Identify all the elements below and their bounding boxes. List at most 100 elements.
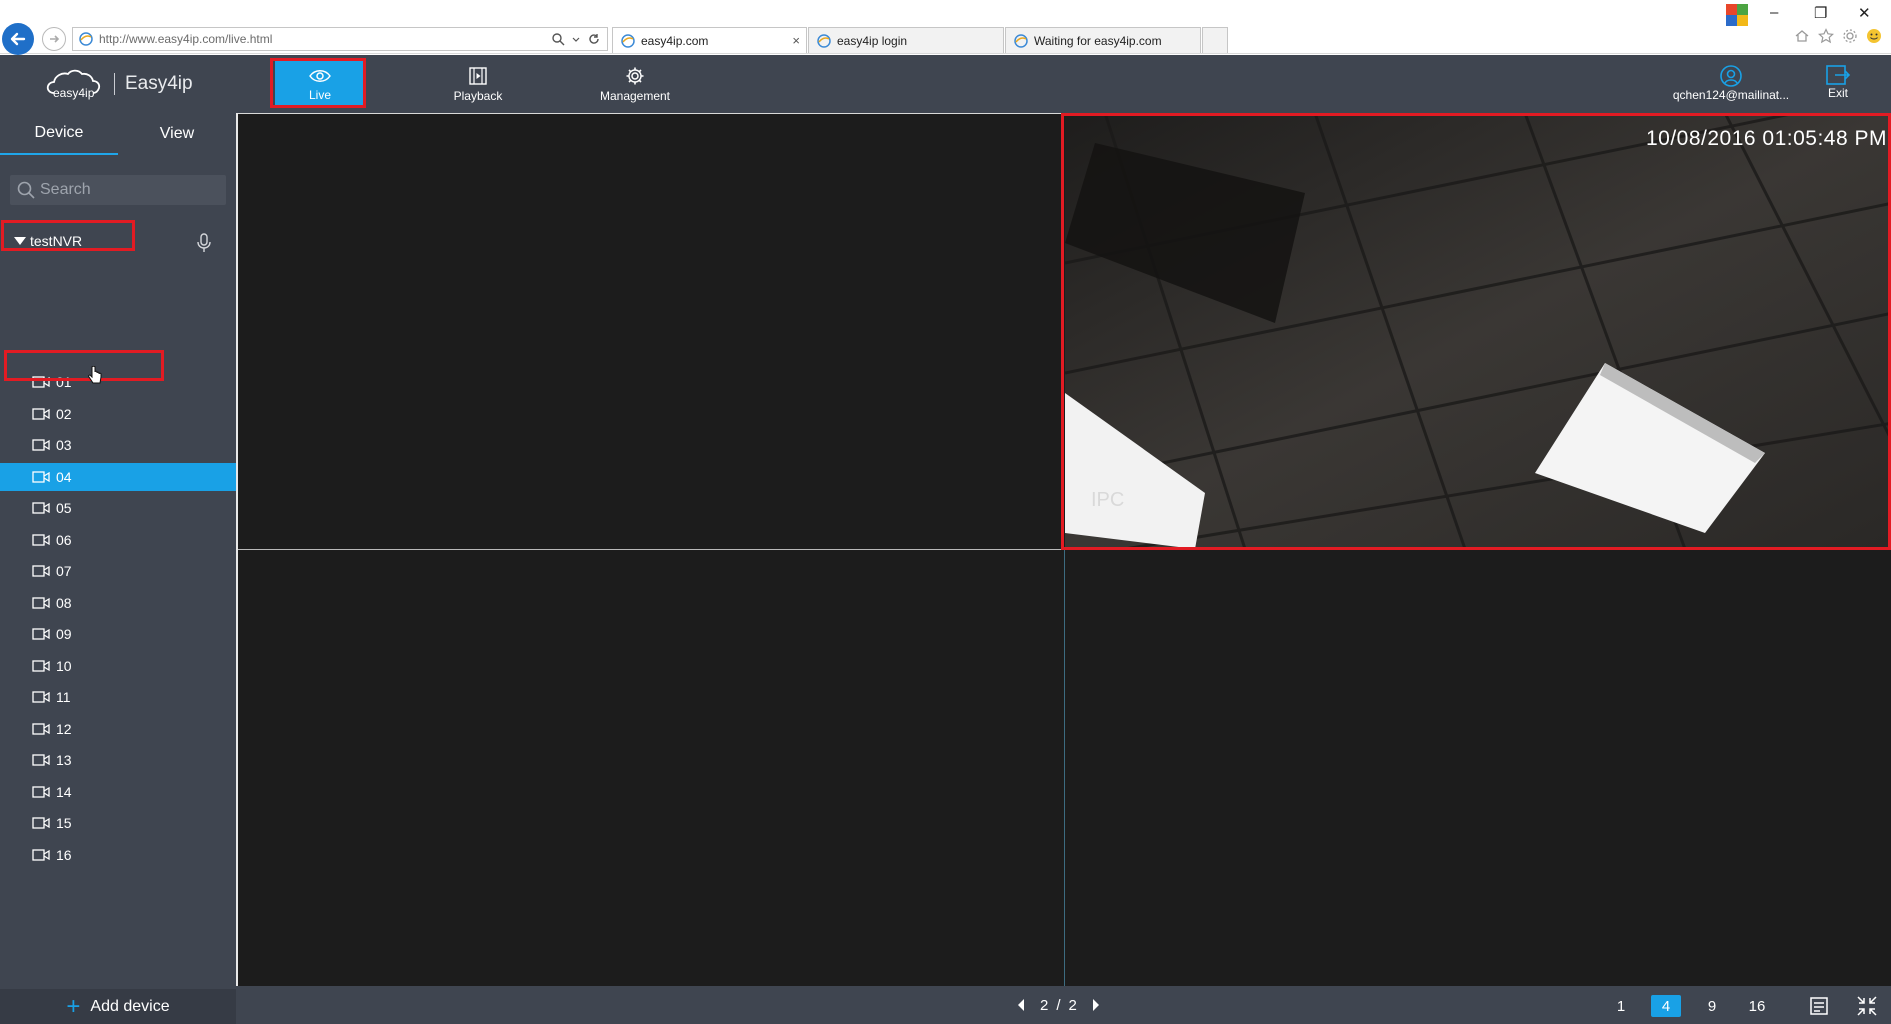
close-window-button[interactable]: ✕: [1858, 4, 1871, 22]
video-pane-2[interactable]: 10/08/2016 01:05:48 PM IPC: [1065, 113, 1891, 549]
minimize-button[interactable]: –: [1770, 4, 1778, 21]
channel-item[interactable]: 07: [0, 557, 236, 585]
extension-logo-icon[interactable]: [1726, 4, 1748, 26]
layout-1-button[interactable]: 1: [1606, 995, 1636, 1017]
video-pane-3[interactable]: [238, 550, 1064, 986]
channel-label: 08: [56, 594, 72, 611]
film-icon: [469, 66, 487, 85]
user-icon: [1720, 65, 1742, 87]
video-pane-4[interactable]: [1065, 550, 1891, 986]
camera-image: [1065, 113, 1891, 549]
camera-icon: [32, 502, 50, 514]
ie-page-icon: [1014, 33, 1028, 48]
camera-icon: [32, 407, 50, 420]
tab-device[interactable]: Device: [0, 113, 118, 155]
channel-label: 15: [56, 815, 72, 831]
app-logo[interactable]: easy4ip Easy4ip: [46, 67, 193, 101]
channel-label: 05: [56, 500, 72, 516]
video-pane-1[interactable]: [238, 113, 1064, 549]
refresh-icon[interactable]: [587, 32, 601, 46]
app-header: easy4ip Easy4ip Live Playback Management…: [0, 55, 1891, 113]
arrow-right-icon: [50, 35, 60, 43]
channel-item[interactable]: 10: [0, 652, 236, 680]
channel-item[interactable]: 05: [0, 494, 236, 522]
channel-item[interactable]: 11: [0, 683, 236, 711]
fullscreen-icon[interactable]: [1856, 995, 1878, 1017]
channel-item[interactable]: 12: [0, 715, 236, 743]
layout-4-button[interactable]: 4: [1651, 995, 1681, 1017]
exit-button[interactable]: Exit: [1818, 64, 1858, 100]
channel-item[interactable]: 04: [0, 462, 236, 491]
pager: 2 / 2: [1016, 986, 1101, 1024]
device-tree-root[interactable]: testNVR: [0, 226, 236, 256]
home-icon[interactable]: [1794, 28, 1810, 44]
channel-item[interactable]: 15: [0, 809, 236, 837]
nav-live[interactable]: Live: [275, 60, 365, 108]
star-icon[interactable]: [1818, 28, 1834, 44]
channel-label: 14: [56, 783, 72, 800]
channel-item[interactable]: 08: [0, 589, 236, 617]
channel-item[interactable]: 14: [0, 778, 236, 806]
layout-16-button[interactable]: 16: [1742, 995, 1772, 1017]
caret-down-icon[interactable]: [14, 237, 26, 245]
channel-item[interactable]: 03: [0, 431, 236, 459]
hand-cursor-icon: [88, 366, 102, 384]
add-device-label: Add device: [90, 997, 170, 1015]
brand-name: Easy4ip: [125, 73, 193, 94]
channel-label: 06: [56, 531, 72, 548]
prev-page-icon[interactable]: [1016, 998, 1026, 1012]
channel-item[interactable]: 02: [0, 400, 236, 428]
new-tab-button[interactable]: [1202, 27, 1228, 53]
address-bar[interactable]: http://www.easy4ip.com/live.html: [72, 27, 608, 51]
gear-icon[interactable]: [1842, 28, 1858, 44]
channel-item[interactable]: 06: [0, 526, 236, 554]
camera-icon: [32, 722, 50, 735]
camera-icon: [32, 439, 50, 451]
channel-item[interactable]: 13: [0, 746, 236, 774]
camera-icon: [32, 376, 50, 388]
exit-icon: [1826, 65, 1851, 85]
smiley-icon[interactable]: [1866, 28, 1882, 44]
search-input[interactable]: Search: [10, 175, 226, 205]
close-tab-icon[interactable]: ×: [792, 33, 800, 48]
nav-management[interactable]: Management: [590, 60, 680, 108]
channel-item[interactable]: 01: [0, 368, 236, 396]
user-account[interactable]: qchen124@mailinat...: [1666, 64, 1796, 102]
add-device-button[interactable]: + Add device: [0, 989, 236, 1024]
search-icon[interactable]: [551, 32, 565, 46]
browser-tab[interactable]: Waiting for easy4ip.com: [1005, 27, 1201, 53]
tab-view[interactable]: View: [118, 113, 236, 155]
page-total: 2: [1068, 996, 1077, 1014]
browser-tab[interactable]: easy4ip login: [808, 27, 1004, 53]
camera-icon: [32, 785, 50, 798]
channel-item[interactable]: 16: [0, 841, 236, 869]
ie-page-icon: [79, 32, 93, 46]
camera-icon: [32, 628, 50, 640]
camera-icon: [32, 691, 50, 703]
tab-label: Waiting for easy4ip.com: [1034, 33, 1162, 48]
chevron-down-icon[interactable]: [571, 32, 581, 46]
layout-9-button[interactable]: 9: [1697, 995, 1727, 1017]
channel-label: 16: [56, 846, 72, 863]
camera-icon: [32, 848, 50, 861]
channel-label: 12: [56, 720, 72, 737]
save-layout-icon[interactable]: [1808, 995, 1830, 1017]
nav-label: Playback: [453, 88, 503, 103]
page-separator: /: [1056, 996, 1061, 1014]
channel-item[interactable]: 09: [0, 620, 236, 648]
channel-label: 02: [56, 405, 72, 422]
arrow-left-icon: [10, 32, 26, 46]
restore-button[interactable]: ❐: [1814, 4, 1827, 22]
microphone-icon[interactable]: [196, 232, 212, 254]
browser-chrome: http://www.easy4ip.com/live.html easy4ip…: [0, 0, 1891, 55]
back-button[interactable]: [2, 23, 34, 55]
next-page-icon[interactable]: [1091, 998, 1101, 1012]
nav-label: Management: [599, 88, 671, 103]
camera-icon: [32, 817, 50, 829]
nav-label: Live: [308, 87, 331, 102]
forward-button[interactable]: [42, 27, 66, 51]
page-current: 2: [1040, 996, 1049, 1014]
device-name: testNVR: [30, 233, 83, 249]
nav-playback[interactable]: Playback: [433, 60, 523, 108]
browser-tab[interactable]: easy4ip.com ×: [612, 27, 807, 53]
